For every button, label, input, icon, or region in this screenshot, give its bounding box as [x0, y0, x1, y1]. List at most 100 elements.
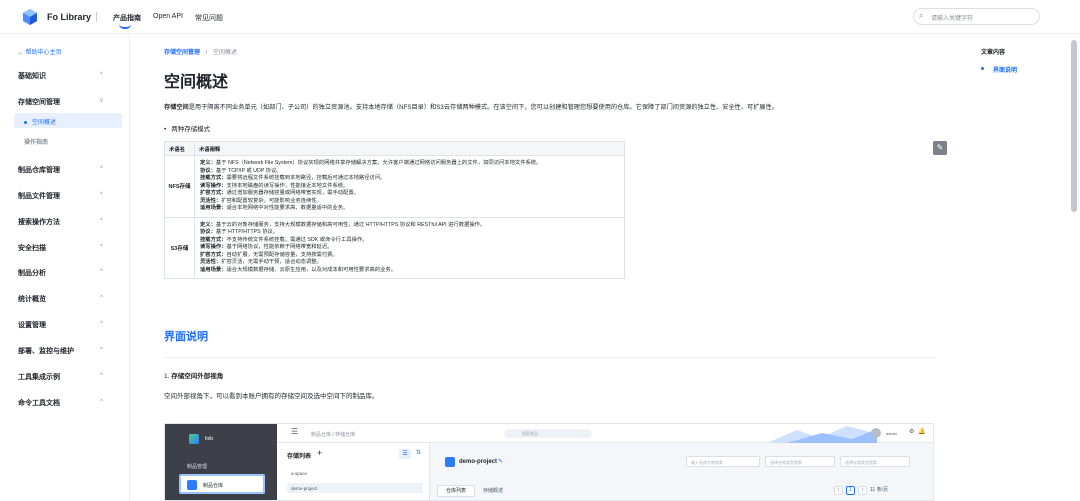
top-header: Fo Library 产品指南 Open API 常见问题 ⌕ 请输入关键字符	[0, 0, 1080, 34]
shot-avatar	[871, 428, 881, 438]
shot-list-item: a-space	[291, 471, 308, 476]
shot-page-size: 11 条/页	[870, 487, 888, 493]
shot-list-item: demo-project	[287, 483, 423, 493]
nav-active-indicator	[119, 24, 131, 29]
section-title-interface: 界面说明	[164, 331, 208, 343]
chevron-up-icon[interactable]: ^	[100, 295, 103, 301]
shot-sidebar-label: 制品管理	[187, 464, 208, 470]
sidebar-section-cli[interactable]: 命令工具文档	[18, 398, 60, 408]
sidebar-item-space-overview[interactable]: 空间概述	[14, 113, 122, 128]
shot-search: 搜索制品...	[504, 429, 592, 438]
shot-list-view-icon: ☰	[399, 449, 411, 459]
table-header-definition: 术语阐释	[194, 141, 625, 156]
breadcrumb: 存储空间管理 / 空间概述	[164, 47, 237, 56]
divider	[96, 12, 97, 22]
shot-sidebar-button: 制品仓库	[179, 474, 265, 494]
shot-edit-icon: ✎	[498, 459, 504, 465]
breadcrumb-current: 空间概述	[213, 50, 238, 56]
chevron-up-icon[interactable]: ^	[100, 347, 103, 353]
sidebar-section-repo-mgmt[interactable]: 制品仓库管理	[18, 165, 60, 175]
chevron-up-icon[interactable]: ^	[100, 218, 103, 224]
definition-s3: 定义：基于云的对象存储服务，支持大规模数据存储和高可用性，通过 HTTP/HTT…	[194, 216, 625, 279]
chevron-down-icon[interactable]: v	[100, 98, 103, 104]
sidebar-section-statistics[interactable]: 统计概览	[18, 294, 46, 304]
chevron-up-icon[interactable]: ^	[100, 72, 103, 78]
breadcrumb-parent[interactable]: 存储空间管理	[164, 50, 200, 56]
sidebar: ← 帮助中心主页 基础知识 ^ 存储空间管理 v 空间概述 操作指南 制品仓库管…	[0, 34, 130, 501]
chevron-up-icon[interactable]: ^	[100, 166, 103, 172]
shot-sidebar: foib 制品管理 制品仓库	[165, 424, 277, 500]
table-row: S3存储 定义：基于云的对象存储服务，支持大规模数据存储和高可用性，通过 HTT…	[164, 216, 625, 279]
page-scrollbar[interactable]	[1071, 40, 1077, 212]
nav-product-guide[interactable]: 产品指南	[113, 13, 141, 23]
terms-table: 术语名 术语阐释 NFS存储 定义：基于 NFS（Network File Sy…	[164, 141, 625, 279]
sidebar-section-analysis[interactable]: 制品分析	[18, 268, 46, 278]
sidebar-section-search[interactable]: 搜索操作方法	[18, 217, 60, 227]
shot-list-title: 存储列表	[287, 454, 312, 460]
shot-storage-list: 存储列表 + ☰ ⇅ a-space demo-project	[277, 443, 430, 500]
shot-menu-icon: ☰	[291, 427, 299, 436]
sidebar-item-operation-guide[interactable]: 操作指南	[14, 133, 122, 148]
chevron-up-icon[interactable]: ^	[100, 192, 103, 198]
chevron-up-icon[interactable]: ^	[100, 373, 103, 379]
search-placeholder: 请输入关键字符	[931, 16, 974, 22]
page-title: 空间概述	[164, 74, 229, 91]
search-input[interactable]: ⌕ 请输入关键字符	[913, 8, 1040, 25]
shot-breadcrumb: 制品仓库 / 存储仓库	[311, 432, 356, 438]
nav-faq[interactable]: 常见问题	[195, 13, 223, 23]
shot-detail-pane: demo-project ✎ 输入仓库名称搜索 选择仓库类型搜索 选择存储类型搜…	[431, 443, 933, 500]
shot-filter-type: 选择仓库类型搜索	[765, 456, 835, 467]
shot-header-icons: ⚙🔔	[909, 429, 930, 435]
main-content: 存储空间管理 / 空间概述 空间概述 存储空间是用于隔离不同业务单元（如部门、子…	[131, 34, 951, 501]
term-s3: S3存储	[164, 216, 195, 279]
shot-add-icon: +	[317, 448, 323, 458]
shot-pagination: ‹ 1 › 11 条/页	[834, 486, 888, 495]
chevron-up-icon[interactable]: ^	[100, 269, 103, 275]
search-icon: ⌕	[919, 11, 924, 20]
brand-name[interactable]: Fo Library	[47, 12, 91, 22]
shot-sort-icon: ⇅	[416, 450, 422, 456]
embedded-ui-screenshot: foib 制品管理 制品仓库 ☰ 制品仓库 / 存储仓库 搜索制品... adm…	[164, 423, 934, 501]
nav-open-api[interactable]: Open API	[153, 13, 183, 20]
subsection-title: 1. 存储空间外部视角	[164, 373, 224, 380]
shot-repo-icon	[187, 480, 197, 490]
table-row: NFS存储 定义：基于 NFS（Network File System）协议实现…	[164, 155, 625, 218]
sidebar-section-security-scan[interactable]: 安全扫描	[18, 243, 46, 253]
intro-paragraph: 存储空间是用于隔离不同业务单元（如部门、子公司）的独立资源池。支持本地存储（NF…	[164, 104, 778, 111]
back-to-help-home-link[interactable]: ← 帮助中心主页	[18, 47, 62, 56]
edit-pencil-icon[interactable]: ✎	[933, 141, 947, 155]
subsection-description: 空间外部视角下，可以看到本账户拥有的存储空间及选中空间下的制品库。	[164, 393, 379, 400]
shot-filter-storage: 选择存储类型搜索	[840, 456, 910, 467]
table-header-term: 术语名	[164, 141, 195, 156]
sidebar-section-deploy[interactable]: 部署、监控与维护	[18, 346, 74, 356]
toc-item-interface[interactable]: 界面说明	[981, 65, 1017, 74]
sidebar-section-storage[interactable]: 存储空间管理	[18, 97, 60, 107]
shot-tab-repo-list: 仓库列表	[437, 485, 475, 497]
shot-header-decoration	[767, 426, 877, 443]
shot-next-icon: ›	[858, 486, 867, 495]
divider	[164, 357, 934, 358]
shot-page-1: 1	[846, 486, 855, 495]
sidebar-section-basics[interactable]: 基础知识	[18, 71, 46, 81]
bullet-storage-modes: 两种存储模式	[164, 123, 210, 133]
shot-logo-icon	[189, 434, 199, 444]
chevron-up-icon[interactable]: ^	[100, 321, 103, 327]
fo-library-logo-icon[interactable]	[22, 9, 38, 25]
chevron-up-icon[interactable]: ^	[100, 399, 103, 405]
active-dot-icon	[24, 120, 27, 124]
shot-project-icon	[445, 457, 455, 467]
shot-prev-icon: ‹	[834, 486, 843, 495]
sidebar-section-settings[interactable]: 设置管理	[18, 320, 46, 330]
sidebar-section-file-mgmt[interactable]: 制品文件管理	[18, 191, 60, 201]
term-nfs: NFS存储	[164, 155, 195, 218]
breadcrumb-separator: /	[205, 50, 208, 56]
shot-username: admin	[886, 431, 897, 436]
chevron-up-icon[interactable]: ^	[100, 244, 103, 250]
shot-brand: foib	[205, 436, 214, 442]
definition-nfs: 定义：基于 NFS（Network File System）协议实现的网络共享存…	[194, 155, 625, 218]
shot-tab-storage-overview: 存储概述	[483, 488, 504, 494]
sidebar-section-tools[interactable]: 工具集成示例	[18, 372, 60, 382]
shot-topbar: ☰ 制品仓库 / 存储仓库 搜索制品... admin ⚙🔔	[277, 424, 933, 443]
shot-filter-name: 输入仓库名称搜索	[686, 456, 760, 467]
shot-project-name: demo-project	[459, 459, 498, 465]
